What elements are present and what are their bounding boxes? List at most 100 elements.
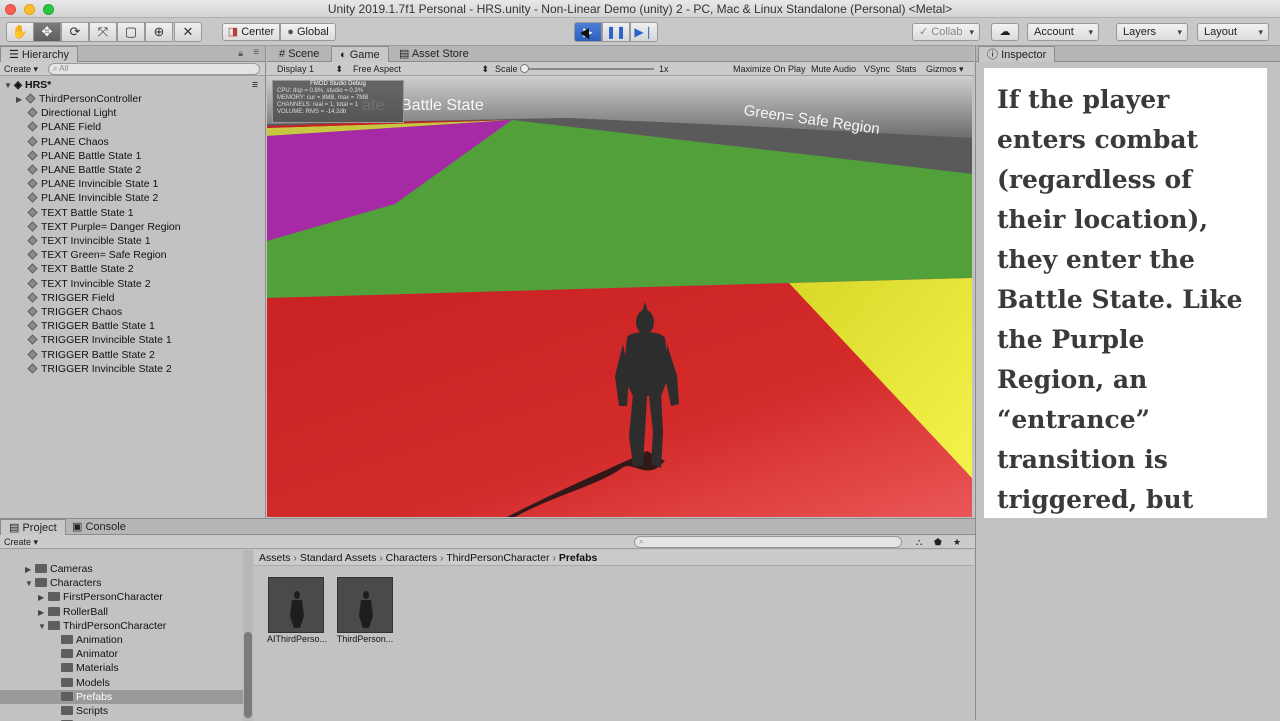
hierarchy-search-input[interactable]: ⌕ All: [48, 63, 260, 75]
hierarchy-item[interactable]: TEXT Green= Safe Region: [0, 248, 264, 262]
project-tree-item[interactable]: ▶ Cameras: [0, 562, 243, 576]
hierarchy-item[interactable]: TEXT Battle State 2: [0, 262, 264, 276]
tab-hierarchy[interactable]: ☰ Hierarchy: [0, 46, 78, 62]
tab-scene[interactable]: # Scene: [271, 46, 327, 62]
gameobject-icon: [27, 363, 38, 374]
project-tree-item[interactable]: ▶ FirstPersonCharacter: [0, 590, 243, 604]
project-tree-item[interactable]: Animator: [0, 647, 243, 661]
tab-asset-store[interactable]: ▤ Asset Store: [391, 46, 477, 62]
hierarchy-item[interactable]: TRIGGER Battle State 1: [0, 319, 264, 333]
tab-project[interactable]: ▤ Project: [0, 519, 66, 535]
scene-menu-icon[interactable]: ≡: [252, 78, 258, 92]
hierarchy-item[interactable]: PLANE Invincible State 2: [0, 191, 264, 205]
gizmos-dropdown-icon[interactable]: ▾: [959, 63, 964, 75]
account-dropdown[interactable]: Account: [1027, 23, 1099, 41]
hierarchy-item[interactable]: TEXT Battle State 1: [0, 206, 264, 220]
collab-dropdown[interactable]: ✓ Collab: [912, 23, 980, 41]
hierarchy-item[interactable]: PLANE Chaos: [0, 135, 264, 149]
breadcrumb-item[interactable]: Assets: [259, 552, 291, 564]
asset-label-1[interactable]: AIThirdPerso...: [265, 634, 329, 644]
project-tree-item[interactable]: ▼ Characters: [0, 576, 243, 590]
pause-button[interactable]: ❚❚: [602, 22, 630, 42]
tab-console[interactable]: ▣ Console: [64, 519, 134, 535]
hierarchy-item[interactable]: PLANE Invincible State 1: [0, 177, 264, 191]
pivot-global-button[interactable]: ● Global: [280, 23, 336, 41]
filter-label-icon[interactable]: ⬟: [934, 536, 942, 548]
asset-thumbnail-1[interactable]: [268, 577, 324, 633]
hierarchy-item[interactable]: TRIGGER Battle State 2: [0, 348, 264, 362]
maximize-on-play-toggle[interactable]: Maximize On Play: [733, 63, 806, 75]
gizmos-toggle[interactable]: Gizmos: [926, 63, 957, 75]
hierarchy-item[interactable]: TEXT Invincible State 2: [0, 277, 264, 291]
expand-arrow-icon[interactable]: ▼: [4, 79, 14, 93]
hierarchy-item[interactable]: ▶ ThirdPersonController: [0, 92, 264, 106]
expand-arrow-icon[interactable]: ▶: [38, 606, 48, 620]
close-window-button[interactable]: [5, 4, 16, 15]
project-tree-item[interactable]: Prefabs: [0, 689, 243, 704]
scale-slider[interactable]: [520, 64, 654, 73]
project-tree-item[interactable]: Scripts: [0, 704, 243, 718]
rect-tool-icon[interactable]: ▢: [117, 22, 145, 42]
project-tree-item[interactable]: Animation: [0, 633, 243, 647]
expand-arrow-icon[interactable]: ▶: [16, 93, 26, 107]
project-tree-item[interactable]: Models: [0, 676, 243, 690]
rotate-tool-icon[interactable]: ⟳: [61, 22, 89, 42]
project-tree-label: Prefabs: [76, 690, 113, 703]
stats-toggle[interactable]: Stats: [896, 63, 917, 75]
breadcrumb-item[interactable]: Standard Assets: [300, 552, 376, 564]
cloud-button[interactable]: ☁: [991, 23, 1019, 41]
hierarchy-item[interactable]: TRIGGER Field: [0, 291, 264, 305]
aspect-dropdown[interactable]: Free Aspect ⬍: [353, 63, 489, 75]
scale-tool-icon[interactable]: ⤧: [89, 22, 117, 42]
breadcrumb-item[interactable]: ThirdPersonCharacter: [446, 552, 549, 564]
pivot-center-button[interactable]: ◨ Center: [222, 23, 280, 41]
display-dropdown[interactable]: Display 1 ⬍: [277, 63, 343, 75]
hierarchy-item[interactable]: PLANE Battle State 1: [0, 149, 264, 163]
hierarchy-item[interactable]: Directional Light: [0, 106, 264, 120]
hierarchy-item[interactable]: TRIGGER Chaos: [0, 305, 264, 319]
search-placeholder: All: [59, 64, 69, 73]
move-tool-icon[interactable]: ✥: [33, 22, 61, 42]
breadcrumb-item[interactable]: Characters: [386, 552, 437, 564]
mute-audio-toggle[interactable]: Mute Audio: [811, 63, 856, 75]
vsync-toggle[interactable]: VSync: [864, 63, 890, 75]
layers-dropdown[interactable]: Layers: [1116, 23, 1188, 41]
expand-arrow-icon[interactable]: ▼: [25, 577, 35, 591]
minimize-window-button[interactable]: [24, 4, 35, 15]
hierarchy-item[interactable]: PLANE Field: [0, 120, 264, 134]
hierarchy-item[interactable]: TEXT Invincible State 1: [0, 234, 264, 248]
project-tree-item[interactable]: Materials: [0, 661, 243, 675]
project-tree-item[interactable]: ▼ ThirdPersonCharacter: [0, 619, 243, 633]
asset-thumbnail-2[interactable]: [337, 577, 393, 633]
hierarchy-item[interactable]: TRIGGER Invincible State 2: [0, 362, 264, 376]
expand-arrow-icon[interactable]: ▶: [38, 591, 48, 605]
breadcrumb-item[interactable]: Prefabs: [559, 552, 598, 564]
tab-inspector[interactable]: ⓘ Inspector: [978, 46, 1056, 62]
project-create-button[interactable]: Create ▾: [4, 536, 38, 548]
game-viewport[interactable]: ate Battle State Green= Safe Region FMOD…: [267, 76, 972, 517]
favorite-star-icon[interactable]: ★: [953, 536, 961, 548]
project-tree-scrollbar[interactable]: [243, 550, 253, 721]
custom-tool-icon[interactable]: ✕: [174, 22, 202, 42]
scrollbar-thumb[interactable]: [244, 632, 252, 718]
panel-menu-icon[interactable]: ≡: [253, 47, 259, 58]
lock-icon[interactable]: 🔒︎: [238, 48, 243, 59]
project-tree-item[interactable]: ▶ RollerBall: [0, 605, 243, 619]
layout-dropdown[interactable]: Layout: [1197, 23, 1269, 41]
asset-label-2[interactable]: ThirdPerson...: [333, 634, 397, 644]
project-search-input[interactable]: ⌕: [634, 536, 902, 548]
filter-type-icon[interactable]: ⛬: [916, 536, 922, 548]
hierarchy-item[interactable]: TEXT Purple= Danger Region: [0, 220, 264, 234]
tab-game[interactable]: ◐ Game: [331, 46, 389, 62]
expand-arrow-icon[interactable]: ▼: [38, 620, 48, 634]
transform-tool-icon[interactable]: ⊕: [145, 22, 173, 42]
hierarchy-item[interactable]: TRIGGER Invincible State 1: [0, 333, 264, 347]
scene-root-row[interactable]: ▼ ◈ HRS* ≡: [0, 78, 264, 92]
hierarchy-create-button[interactable]: Create ▾: [4, 63, 38, 75]
hand-tool-icon[interactable]: ✋: [6, 22, 34, 42]
maximize-window-button[interactable]: [43, 4, 54, 15]
scale-slider-knob[interactable]: [520, 64, 529, 73]
hierarchy-item[interactable]: PLANE Battle State 2: [0, 163, 264, 177]
expand-arrow-icon[interactable]: ▶: [25, 563, 35, 577]
step-button[interactable]: ▶❘: [630, 22, 658, 42]
